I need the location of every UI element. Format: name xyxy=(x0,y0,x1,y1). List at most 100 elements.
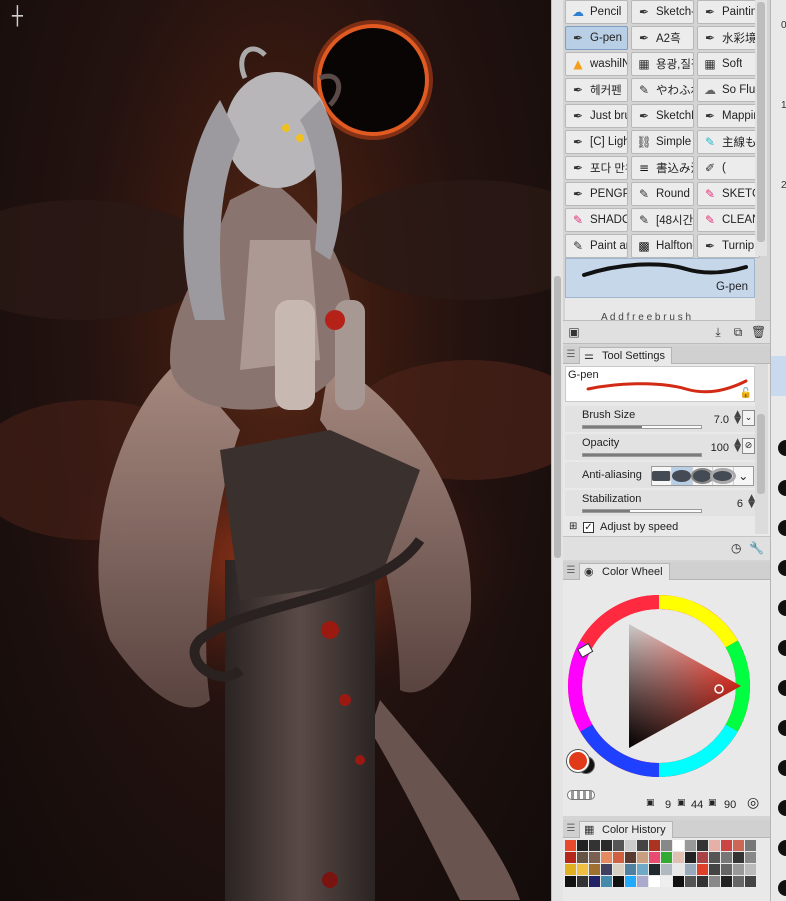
color-history-swatch[interactable] xyxy=(577,852,588,863)
color-history-swatch[interactable] xyxy=(649,864,660,875)
brush-item[interactable]: ✎ やわふわ xyxy=(631,78,694,102)
anti-aliasing-row[interactable]: Anti-aliasing ⌄ xyxy=(565,462,755,488)
brush-item[interactable]: ✒ A2흑 xyxy=(631,26,694,50)
brush-item[interactable]: ✒ G-pen xyxy=(565,26,628,50)
color-history-swatch[interactable] xyxy=(697,840,708,851)
adjust-by-speed-checkbox[interactable]: ✓ xyxy=(583,522,594,533)
brush-item[interactable]: ✒ PENGP xyxy=(565,182,628,206)
tab-color-history[interactable]: ▦ Color History xyxy=(579,820,673,838)
brush-size-dropdown-icon[interactable]: ⌄ xyxy=(742,410,755,426)
layer-selected-row[interactable] xyxy=(771,356,786,396)
color-history-swatch[interactable] xyxy=(721,852,732,863)
scrollbar-thumb[interactable] xyxy=(757,414,765,494)
color-history-swatch[interactable] xyxy=(721,876,732,887)
color-history-swatch[interactable] xyxy=(637,864,648,875)
brush-item[interactable]: ▲ washilN xyxy=(565,52,628,76)
color-history-swatch[interactable] xyxy=(625,852,636,863)
color-history-swatch[interactable] xyxy=(649,852,660,863)
wrench-icon[interactable]: 🔧 xyxy=(749,541,764,555)
stabilization-slider[interactable] xyxy=(582,509,702,513)
brush-item[interactable]: ✎ 主線も小 xyxy=(697,130,760,154)
color-history-swatch[interactable] xyxy=(685,864,696,875)
color-history-swatch[interactable] xyxy=(637,876,648,887)
color-history-swatch[interactable] xyxy=(613,876,624,887)
color-history-swatch[interactable] xyxy=(661,864,672,875)
color-history-swatch[interactable] xyxy=(745,852,756,863)
tab-tool-settings[interactable]: ⚌ Tool Settings xyxy=(579,346,672,364)
opacity-value[interactable]: 100 xyxy=(711,442,729,454)
color-history-swatch[interactable] xyxy=(673,864,684,875)
brush-stroke-preview[interactable]: G-pen xyxy=(565,258,755,298)
color-history-swatch[interactable] xyxy=(685,852,696,863)
color-history-swatch[interactable] xyxy=(613,852,624,863)
transparent-color-swatch[interactable] xyxy=(567,790,595,800)
brush-item[interactable]: ✒ Turnip p xyxy=(697,234,760,258)
color-history-swatch[interactable] xyxy=(697,876,708,887)
brush-item[interactable]: ✒ 水彩境 xyxy=(697,26,760,50)
color-history-swatch[interactable] xyxy=(661,852,672,863)
brush-item[interactable]: ≡ 書込み注 xyxy=(631,156,694,180)
opacity-slider[interactable] xyxy=(582,453,702,457)
color-history-swatch[interactable] xyxy=(745,864,756,875)
color-history-swatch[interactable] xyxy=(589,852,600,863)
aa-strong-option[interactable] xyxy=(713,467,734,485)
color-history-swatch[interactable] xyxy=(733,876,744,887)
color-history-swatch[interactable] xyxy=(733,840,744,851)
color-history-swatch[interactable] xyxy=(673,876,684,887)
opacity-toggle-icon[interactable]: ⊘ xyxy=(742,438,755,454)
brush-item[interactable]: ☁ So Fluffy xyxy=(697,78,760,102)
color-history-swatch[interactable] xyxy=(565,864,576,875)
color-history-swatch[interactable] xyxy=(673,852,684,863)
panel-grip-icon[interactable]: ☰ xyxy=(563,565,579,576)
color-history-swatch[interactable] xyxy=(709,864,720,875)
brush-item[interactable]: ✐( xyxy=(697,156,760,180)
color-history-swatch[interactable] xyxy=(625,840,636,851)
brush-item[interactable]: ✎ CLEANS xyxy=(697,208,760,232)
brush-item[interactable]: ✎ SKETCH xyxy=(697,182,760,206)
stabilization-value[interactable]: 6 xyxy=(737,498,743,510)
color-history-swatch[interactable] xyxy=(709,876,720,887)
color-history-swatch[interactable] xyxy=(637,840,648,851)
brush-item[interactable]: ☁ Pencil xyxy=(565,0,628,24)
color-history-swatch[interactable] xyxy=(685,840,696,851)
duplicate-icon[interactable]: ⧉ xyxy=(731,325,745,339)
aa-weak-option[interactable] xyxy=(672,467,693,485)
brush-item[interactable]: ✒ Sketch- xyxy=(631,0,694,24)
color-history-swatch[interactable] xyxy=(697,852,708,863)
brush-item[interactable]: ▩ Halftone xyxy=(631,234,694,258)
color-history-swatch[interactable] xyxy=(745,840,756,851)
color-history-swatch[interactable] xyxy=(613,864,624,875)
panel-grip-icon[interactable]: ☰ xyxy=(563,349,579,360)
color-history-swatch[interactable] xyxy=(709,852,720,863)
brush-grid-scrollbar[interactable] xyxy=(755,0,767,256)
brush-size-spinner-icon[interactable]: ▲ ▼ xyxy=(734,410,741,426)
color-history-swatch[interactable] xyxy=(721,864,732,875)
color-history-swatch[interactable] xyxy=(733,864,744,875)
opacity-spinner-icon[interactable]: ▲ ▼ xyxy=(734,438,741,454)
drawing-canvas[interactable]: ┼ xyxy=(0,0,551,901)
stabilization-row[interactable]: Stabilization 6 ▲ ▼ xyxy=(565,490,755,516)
color-history-swatch[interactable] xyxy=(733,852,744,863)
import-icon[interactable]: ⤓ xyxy=(711,325,725,339)
brush-item[interactable]: ✎ Round n xyxy=(631,182,694,206)
brush-item[interactable]: ✒ 포다 만우 xyxy=(565,156,628,180)
panel-grip-icon[interactable]: ☰ xyxy=(563,823,579,834)
color-history-swatch[interactable] xyxy=(601,852,612,863)
color-history-swatch[interactable] xyxy=(589,876,600,887)
color-history-swatch[interactable] xyxy=(673,840,684,851)
tab-color-wheel[interactable]: ◉ Color Wheel xyxy=(579,562,670,580)
brush-item[interactable]: ✒ Mapping xyxy=(697,104,760,128)
color-history-swatch[interactable] xyxy=(625,864,636,875)
color-history-swatch[interactable] xyxy=(721,840,732,851)
color-history-swatch[interactable] xyxy=(589,840,600,851)
brush-size-slider[interactable] xyxy=(582,425,702,429)
brush-item[interactable]: ✎ Paint an xyxy=(565,234,628,258)
color-mode-icon[interactable]: ◎ xyxy=(747,795,759,811)
stabilization-spinner-icon[interactable]: ▲ ▼ xyxy=(748,494,755,510)
brush-item[interactable]: ✎ [48시간 xyxy=(631,208,694,232)
color-history-swatch[interactable] xyxy=(565,876,576,887)
color-history-swatch[interactable] xyxy=(601,840,612,851)
brush-item[interactable]: ✒ [C] Ligh xyxy=(565,130,628,154)
brush-size-value[interactable]: 7.0 xyxy=(714,414,729,426)
anti-aliasing-selector[interactable]: ⌄ xyxy=(651,466,754,486)
